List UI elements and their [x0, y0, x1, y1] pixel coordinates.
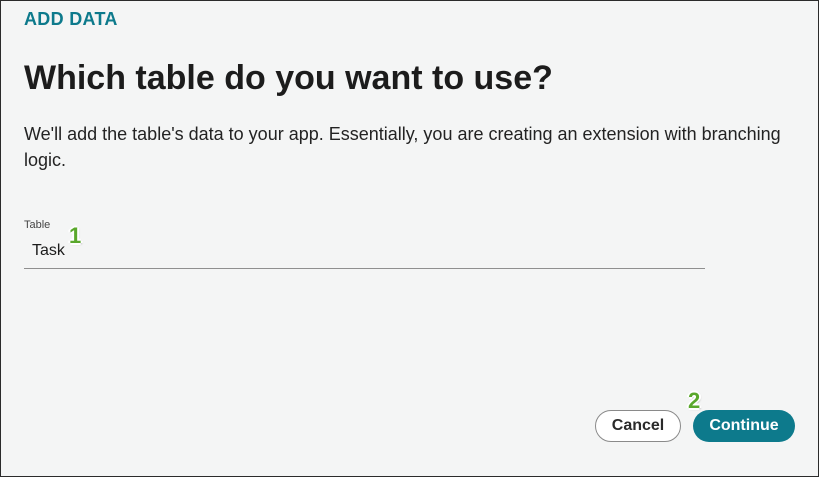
cancel-button[interactable]: Cancel: [595, 410, 681, 442]
step-marker-1: 1: [69, 223, 82, 248]
section-eyebrow: ADD DATA: [24, 9, 118, 29]
table-field-value[interactable]: Task: [32, 242, 65, 260]
page-title: Which table do you want to use?: [24, 59, 553, 97]
table-field[interactable]: Table Task: [24, 218, 705, 269]
add-data-dialog: ADD DATA Which table do you want to use?…: [0, 0, 819, 477]
continue-button[interactable]: Continue: [693, 410, 795, 442]
step-marker-2: 2: [688, 388, 701, 413]
table-field-label: Table: [24, 219, 51, 231]
table-field-underline: [24, 268, 705, 269]
page-description: We'll add the table's data to your app. …: [24, 124, 781, 170]
